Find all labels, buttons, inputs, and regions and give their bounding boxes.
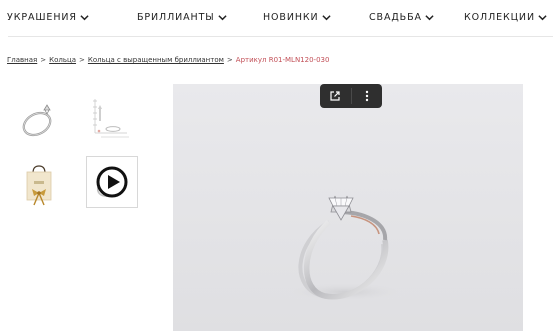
nav-item-diamonds[interactable]: БРИЛЛИАНТЫ (137, 12, 227, 23)
nav-item-wedding[interactable]: СВАДЬБА (369, 12, 434, 23)
breadcrumb-link-home[interactable]: Главная (7, 56, 37, 64)
nav-divider (8, 36, 553, 37)
breadcrumb-link-rings[interactable]: Кольца (49, 56, 76, 64)
thumbnail-gift-bag[interactable] (13, 160, 65, 212)
play-icon (96, 166, 128, 198)
breadcrumb-separator: > (40, 56, 47, 64)
breadcrumb-separator: > (79, 56, 85, 64)
thumbnail-size-chart[interactable] (84, 92, 136, 144)
breadcrumb-link-lab-diamond-rings[interactable]: Кольца с выращенным бриллиантом (88, 56, 224, 64)
nav-item-label: УКРАШЕНИЯ (7, 12, 77, 23)
nav-item-new[interactable]: НОВИНКИ (263, 12, 331, 23)
size-chart-icon (93, 99, 129, 138)
chevron-down-icon (80, 15, 89, 21)
main-product-image[interactable] (173, 84, 523, 331)
top-navigation: УКРАШЕНИЯ БРИЛЛИАНТЫ НОВИНКИ СВАДЬБА КОЛ… (0, 0, 553, 36)
nav-item-jewelry[interactable]: УКРАШЕНИЯ (7, 12, 89, 23)
gift-bag-icon (26, 165, 52, 206)
nav-item-collections[interactable]: КОЛЛЕКЦИИ (464, 12, 547, 23)
chevron-down-icon (321, 15, 331, 21)
thumbnail-ring[interactable] (13, 92, 65, 144)
breadcrumb: Главная > Кольца > Кольца с выращенным брилл… (7, 56, 329, 64)
nav-item-label: НОВИНКИ (263, 12, 319, 23)
open-external-button[interactable] (320, 84, 351, 108)
image-toolbar (320, 84, 382, 108)
chevron-down-icon (425, 15, 434, 21)
more-vertical-icon (365, 90, 368, 102)
breadcrumb-separator: > (226, 56, 233, 64)
nav-item-label: КОЛЛЕКЦИИ (464, 12, 535, 23)
breadcrumb-current-article: Артикул R01-MLN120-030 (235, 56, 330, 64)
thumbnail-video[interactable] (86, 156, 138, 208)
diamond-ring-photo (281, 195, 409, 302)
open-external-icon (330, 91, 340, 101)
ring-icon (22, 104, 52, 137)
chevron-down-icon (217, 15, 227, 21)
more-options-button[interactable] (352, 84, 383, 108)
nav-item-label: БРИЛЛИАНТЫ (137, 12, 215, 23)
nav-item-label: СВАДЬБА (369, 12, 422, 23)
chevron-down-icon (538, 15, 547, 21)
